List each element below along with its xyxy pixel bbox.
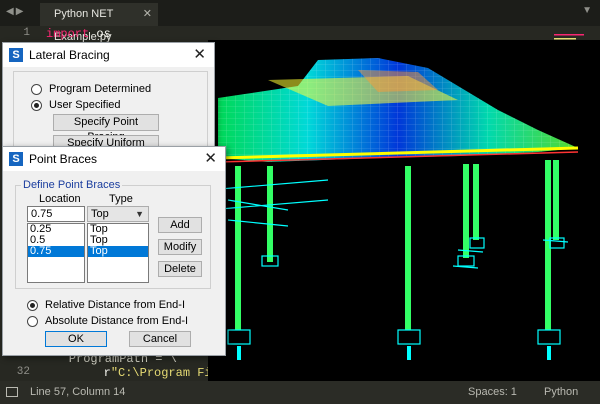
close-icon[interactable]: ✕ [193, 45, 206, 65]
structure-model-render [208, 58, 579, 360]
type-select-value: Top [91, 208, 109, 220]
radio-label: User Specified [49, 99, 121, 111]
chevron-down-icon[interactable]: ▼ [135, 207, 144, 222]
list-item-selected[interactable]: 0.75 [28, 246, 84, 257]
close-icon[interactable]: ✕ [204, 149, 217, 169]
radio-button[interactable] [27, 315, 38, 327]
delete-button[interactable]: Delete [158, 261, 202, 277]
dialog-titlebar[interactable]: S Lateral Bracing ✕ [3, 43, 214, 67]
cursor-position: Line 57, Column 14 [30, 386, 126, 398]
cancel-button[interactable]: Cancel [129, 331, 191, 347]
add-button[interactable]: Add [158, 217, 202, 233]
sap2000-app-icon: S [9, 152, 23, 166]
lateral-bracing-dialog: S Lateral Bracing ✕ Program Determined U… [2, 42, 215, 164]
sap2000-app-icon: S [9, 48, 23, 62]
line-number: 32 [16, 366, 30, 378]
type-list[interactable]: Top Top Top [87, 223, 149, 283]
list-item-selected[interactable]: Top [88, 246, 148, 257]
dialog-title: Point Braces [29, 152, 98, 166]
code-text: os [89, 27, 111, 41]
syntax-selector[interactable]: Python [544, 381, 578, 404]
point-braces-dialog: S Point Braces ✕ Define Point Braces Loc… [2, 146, 226, 356]
group-label: Define Point Braces [21, 179, 123, 191]
tab-nav-arrows-icon[interactable]: ◀▶ [6, 6, 25, 17]
tab-list-chevron-icon[interactable]: ▼ [582, 5, 592, 16]
location-input[interactable]: 0.75 [27, 206, 85, 222]
radio-button-selected[interactable] [27, 299, 38, 311]
location-column-header: Location [39, 193, 81, 205]
ok-button[interactable]: OK [45, 331, 107, 347]
panel-toggle-icon[interactable] [6, 387, 18, 397]
indentation-setting[interactable]: Spaces: 1 [468, 381, 517, 404]
dialog-title: Lateral Bracing [29, 48, 110, 62]
radio-user-specified[interactable]: User Specified [31, 99, 121, 111]
dialog-titlebar[interactable]: S Point Braces ✕ [3, 147, 225, 171]
code-keyword: import [46, 27, 90, 41]
location-list[interactable]: 0.25 0.5 0.75 [27, 223, 85, 283]
sap2000-3d-viewport[interactable] [208, 40, 600, 381]
radio-button-selected[interactable] [31, 99, 42, 111]
modify-button[interactable]: Modify [158, 239, 202, 255]
code-text: r [46, 366, 111, 380]
radio-absolute-distance[interactable]: Absolute Distance from End-I [27, 315, 188, 327]
radio-button[interactable] [31, 83, 42, 95]
type-select[interactable]: Top ▼ [87, 206, 149, 222]
line-number: 1 [23, 27, 30, 39]
tab-python-net-example[interactable]: Python NET Example.py ✕ [40, 3, 158, 43]
radio-relative-distance[interactable]: Relative Distance from End-I [27, 299, 185, 311]
status-bar: Line 57, Column 14 Spaces: 1 Python [0, 381, 600, 404]
code-line: import os [46, 27, 111, 41]
radio-label: Relative Distance from End-I [45, 299, 185, 311]
radio-label: Program Determined [49, 83, 152, 95]
type-column-header: Type [109, 193, 133, 205]
radio-program-determined[interactable]: Program Determined [31, 83, 151, 95]
radio-label: Absolute Distance from End-I [45, 315, 189, 327]
tab-bar: ◀▶ Python NET Example.py ✕ ▼ [0, 0, 600, 43]
specify-point-bracing-button[interactable]: Specify Point Bracing [53, 114, 159, 143]
tab-close-icon[interactable]: ✕ [143, 3, 152, 26]
